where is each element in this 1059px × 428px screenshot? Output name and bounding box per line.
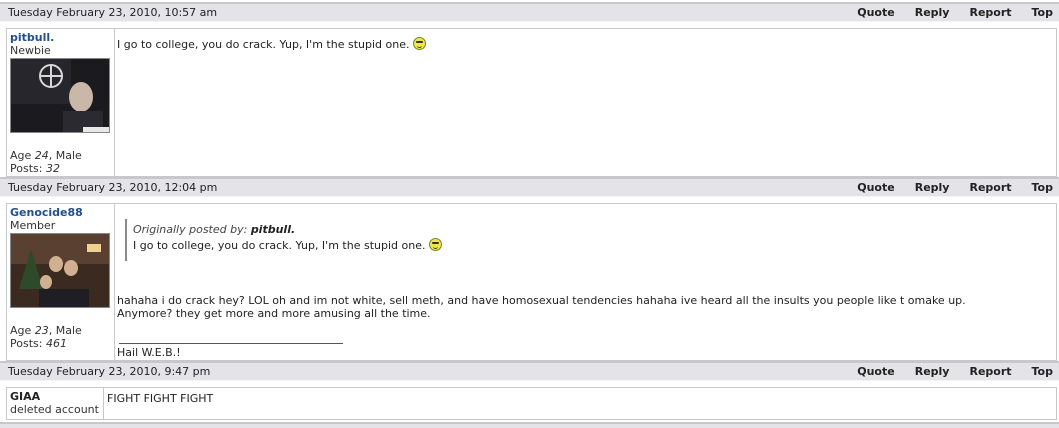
post-body-line: hahaha i do crack hey? LOL oh and im not… — [117, 294, 966, 307]
avatar[interactable] — [10, 58, 110, 133]
post-content: I go to college, you do crack. Yup, I'm … — [115, 29, 1056, 176]
quote-body: I go to college, you do crack. Yup, I'm … — [133, 238, 443, 252]
signature: Hail W.E.B.! — [117, 346, 181, 359]
quote-link[interactable]: Quote — [857, 365, 894, 378]
author-panel: Genocide88 Member Age 23, Male Posts: 46… — [7, 204, 115, 360]
reply-link[interactable]: Reply — [915, 181, 950, 194]
quote-author: pitbull. — [250, 223, 296, 236]
smiley-icon — [413, 37, 427, 50]
author-rank: deleted account — [10, 403, 99, 416]
quote-link[interactable]: Quote — [857, 181, 894, 194]
post: pitbull. Newbie Age 24, Male Posts: 32 I… — [6, 28, 1057, 177]
reply-link[interactable]: Reply — [915, 6, 950, 19]
post-date: Tuesday February 23, 2010, 12:04 pm — [8, 181, 218, 194]
smiley-icon — [429, 238, 443, 251]
post: Genocide88 Member Age 23, Male Posts: 46… — [6, 203, 1057, 361]
author-rank: Newbie — [10, 44, 51, 57]
post-actions: Quote Reply Report Top — [857, 181, 1053, 194]
post-actions: Quote Reply Report Top — [857, 6, 1053, 19]
author-name[interactable]: pitbull. — [10, 31, 54, 44]
top-link[interactable]: Top — [1032, 365, 1053, 378]
avatar[interactable] — [10, 233, 110, 308]
author-rank: Member — [10, 219, 56, 232]
author-panel: GIAA deleted account — [7, 388, 104, 419]
post-body: FIGHT FIGHT FIGHT — [107, 392, 214, 405]
post-header: Tuesday February 23, 2010, 10:57 am Quot… — [0, 2, 1059, 22]
post-header: Tuesday February 23, 2010, 12:04 pm Quot… — [0, 177, 1059, 197]
post-content: Originally posted by: pitbull. I go to c… — [115, 204, 1056, 360]
report-link[interactable]: Report — [969, 181, 1011, 194]
reply-link[interactable]: Reply — [915, 365, 950, 378]
author-panel: pitbull. Newbie Age 24, Male Posts: 32 — [7, 29, 115, 176]
post-body-line: Anymore? they get more and more amusing … — [117, 307, 431, 320]
post-date: Tuesday February 23, 2010, 9:47 pm — [8, 365, 211, 378]
author-posts: Posts: 461 — [10, 337, 67, 350]
quote-block: Originally posted by: pitbull. I go to c… — [125, 219, 443, 261]
author-age: Age 24, Male — [10, 149, 82, 162]
author-age: Age 23, Male — [10, 324, 82, 337]
top-link[interactable]: Top — [1032, 181, 1053, 194]
signature-divider — [119, 343, 343, 344]
quote-header: Originally posted by: pitbull. — [133, 223, 296, 236]
author-posts: Posts: 32 — [10, 162, 60, 175]
post-header: Tuesday February 23, 2010, 9:47 pm Quote… — [0, 361, 1059, 381]
report-link[interactable]: Report — [969, 365, 1011, 378]
author-name: GIAA — [10, 390, 41, 403]
post-content: FIGHT FIGHT FIGHT — [104, 388, 1056, 419]
top-link[interactable]: Top — [1032, 6, 1053, 19]
post-actions: Quote Reply Report Top — [857, 365, 1053, 378]
author-name[interactable]: Genocide88 — [10, 206, 83, 219]
post-body: I go to college, you do crack. Yup, I'm … — [117, 37, 427, 51]
post-header — [0, 422, 1059, 428]
quote-link[interactable]: Quote — [857, 6, 894, 19]
report-link[interactable]: Report — [969, 6, 1011, 19]
post: GIAA deleted account FIGHT FIGHT FIGHT — [6, 387, 1057, 420]
post-date: Tuesday February 23, 2010, 10:57 am — [8, 6, 218, 19]
